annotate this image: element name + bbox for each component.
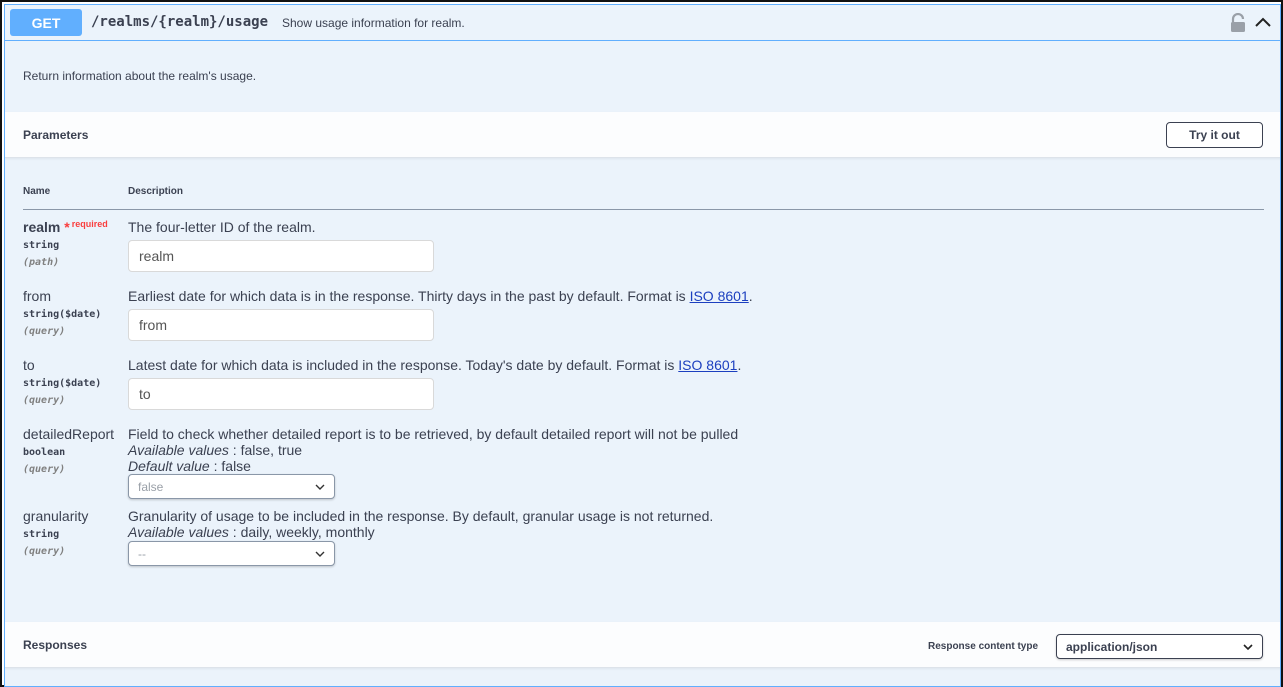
param-name-realm: realm * required <box>23 219 108 235</box>
param-in-from: (query) <box>23 326 66 337</box>
response-content-type-value: application/json <box>1066 639 1158 654</box>
chevron-down-icon <box>315 484 325 490</box>
http-method-badge: GET <box>10 9 82 36</box>
lock-icon[interactable] <box>1229 13 1247 33</box>
from-input[interactable] <box>128 309 434 341</box>
param-in-realm: (path) <box>23 257 60 268</box>
param-desc-granularity: Granularity of usage to be included in t… <box>128 508 714 524</box>
endpoint-summary: Show usage information for realm. <box>282 16 465 30</box>
column-header-name: Name <box>23 186 51 197</box>
param-desc-from: Earliest date for which data is in the r… <box>128 288 753 304</box>
param-type-detailedreport: boolean <box>23 447 66 458</box>
param-in-granularity: (query) <box>23 546 66 557</box>
param-desc-detailedreport: Field to check whether detailed report i… <box>128 426 739 442</box>
chevron-up-icon[interactable] <box>1253 13 1273 33</box>
granularity-select[interactable]: -- <box>128 541 335 566</box>
available-values-detailedreport: Available values : false, true <box>128 442 303 458</box>
required-star: * <box>64 219 70 235</box>
operation-summary[interactable]: GET /realms/{realm}/usage Show usage inf… <box>5 5 1280 41</box>
endpoint-path: /realms/{realm}/usage <box>91 14 269 30</box>
iso-8601-link[interactable]: ISO 8601 <box>690 288 749 304</box>
param-type-to: string($date) <box>23 378 102 389</box>
window-frame: GET /realms/{realm}/usage Show usage inf… <box>0 0 1283 687</box>
detailedreport-selected-value: false <box>138 479 164 494</box>
to-input[interactable] <box>128 378 434 410</box>
param-name-detailedreport: detailedReport <box>23 426 115 442</box>
required-label: required <box>71 219 108 229</box>
param-desc-realm: The four-letter ID of the realm. <box>128 219 316 235</box>
parameters-title: Parameters <box>23 128 89 142</box>
param-type-from: string($date) <box>23 309 102 320</box>
param-in-to: (query) <box>23 395 66 406</box>
param-desc-to: Latest date for which data is included i… <box>128 357 742 373</box>
chevron-down-icon <box>1243 644 1253 651</box>
iso-8601-link[interactable]: ISO 8601 <box>678 357 737 373</box>
default-value-detailedreport: Default value : false <box>128 458 251 474</box>
responses-header: Responses Response content type applicat… <box>5 622 1280 668</box>
available-values-granularity: Available values : daily, weekly, monthl… <box>128 524 375 540</box>
param-name-to: to <box>23 357 35 373</box>
parameters-header: Parameters Try it out <box>5 112 1280 158</box>
operation-description: Return information about the realm's usa… <box>23 69 257 83</box>
table-header-divider <box>23 209 1264 210</box>
granularity-selected-value: -- <box>138 546 146 561</box>
responses-title: Responses <box>23 638 88 652</box>
param-name-from: from <box>23 288 51 304</box>
chevron-down-icon <box>315 551 325 557</box>
operation-block: GET /realms/{realm}/usage Show usage inf… <box>4 4 1281 687</box>
param-type-granularity: string <box>23 529 60 540</box>
try-it-out-button[interactable]: Try it out <box>1166 122 1263 148</box>
param-in-detailedreport: (query) <box>23 464 66 475</box>
detailedreport-select[interactable]: false <box>128 474 335 499</box>
param-type-realm: string <box>23 240 60 251</box>
param-name-granularity: granularity <box>23 508 89 524</box>
realm-input[interactable] <box>128 240 434 272</box>
column-header-description: Description <box>128 186 184 197</box>
response-content-type-select[interactable]: application/json <box>1056 634 1263 659</box>
response-content-type-label: Response content type <box>928 641 1039 652</box>
